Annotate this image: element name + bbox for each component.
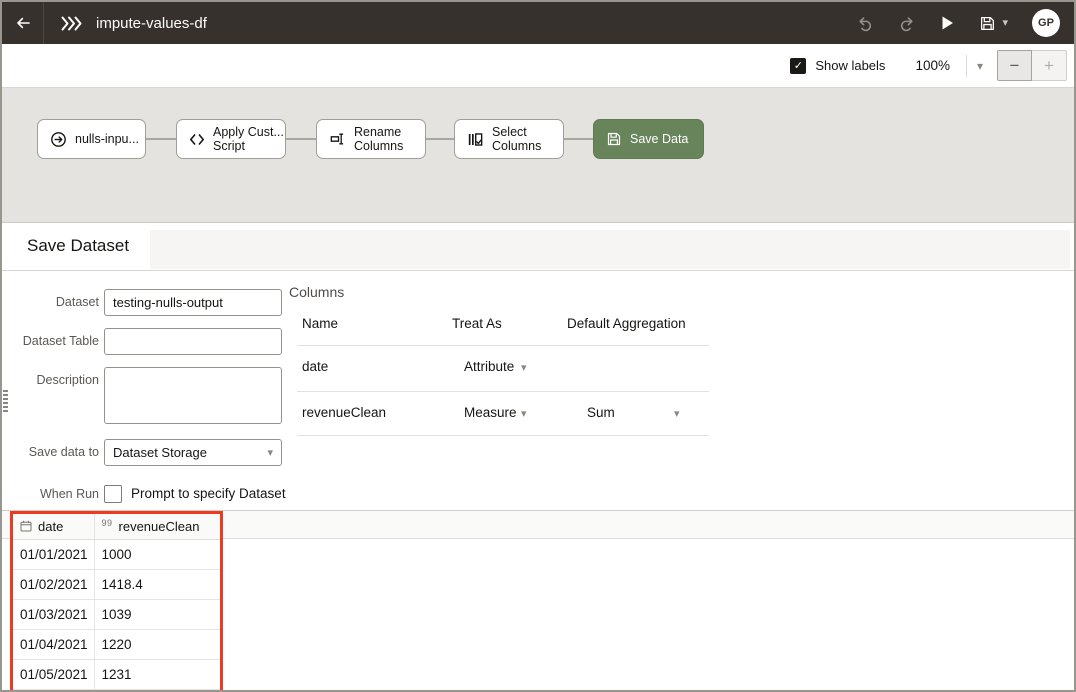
rename-icon <box>329 131 346 147</box>
columns-header-default-aggregation: Default Aggregation <box>567 316 686 331</box>
redo-button[interactable] <box>898 15 916 32</box>
flow-connector <box>286 138 316 140</box>
prompt-to-specify-checkbox[interactable] <box>104 485 122 503</box>
plus-icon: + <box>1044 56 1054 76</box>
run-dataflow-button[interactable] <box>940 15 955 31</box>
flow-node-label: Save Data <box>630 132 688 146</box>
show-labels-label: Show labels <box>815 58 885 73</box>
description-field-label: Description <box>2 373 99 387</box>
save-dataset-panel: Dataset Dataset Table Description Save d… <box>2 271 1074 510</box>
dataflow-canvas: nulls-inpu... Apply Cust... Script Renam… <box>2 88 1074 223</box>
save-data-to-select[interactable]: Dataset Storage ▾ <box>104 439 282 466</box>
flow-node-label: Apply Cust... Script <box>213 125 284 154</box>
columns-header-treat-as: Treat As <box>452 316 502 331</box>
show-labels-toggle[interactable]: ✓ Show labels <box>790 58 885 74</box>
column-row-treat-as[interactable]: Measure <box>464 405 517 420</box>
dataset-name-input[interactable] <box>104 289 282 316</box>
description-textarea[interactable] <box>104 367 282 424</box>
flow-connector <box>564 138 593 140</box>
flow-node-label: Rename Columns <box>354 125 403 154</box>
panel-tab-strip <box>150 230 1070 269</box>
flow-node-label-line1: Apply Cust... <box>213 125 284 139</box>
red-highlight-annotation <box>10 511 223 692</box>
column-row-aggregation[interactable]: Sum <box>587 405 615 420</box>
flow-node-save-data[interactable]: Save Data <box>593 119 704 159</box>
dataset-icon <box>50 131 67 148</box>
undo-button[interactable] <box>856 15 874 32</box>
back-button[interactable] <box>2 2 44 44</box>
treat-as-chevron-down-icon[interactable]: ▾ <box>521 407 527 420</box>
zoom-dropdown-chevron-down-icon[interactable]: ▾ <box>977 59 983 73</box>
dataset-table-input[interactable] <box>104 328 282 355</box>
flow-connector <box>146 138 176 140</box>
minus-icon: − <box>1010 56 1020 76</box>
treat-as-chevron-down-icon[interactable]: ▾ <box>521 361 527 374</box>
show-labels-checkbox[interactable]: ✓ <box>790 58 806 74</box>
column-row-treat-as[interactable]: Attribute <box>464 359 514 374</box>
step-panel-title: Save Dataset <box>27 236 129 256</box>
step-panel-header: Save Dataset <box>2 224 1074 271</box>
flow-node-label-line1: Rename <box>354 125 401 139</box>
columns-section-title: Columns <box>289 284 344 300</box>
flow-node-apply-custom-script[interactable]: Apply Cust... Script <box>176 119 286 159</box>
top-bar: impute-values-df ▾ <box>2 2 1074 44</box>
dataflow-chevrons-icon <box>61 16 82 31</box>
columns-header-name: Name <box>302 316 338 331</box>
save-menu-button[interactable]: ▾ <box>979 15 1008 32</box>
zoom-out-button[interactable]: − <box>997 50 1032 81</box>
aggregation-chevron-down-icon[interactable]: ▾ <box>674 407 680 420</box>
data-preview-panel: date 99 revenueClean 01/01/2021 <box>2 510 1074 692</box>
divider <box>297 345 709 346</box>
save-icon <box>979 15 996 32</box>
divider <box>966 55 967 77</box>
zoom-in-button[interactable]: + <box>1032 50 1067 81</box>
app-window: impute-values-df ▾ <box>0 0 1076 692</box>
divider <box>297 435 709 436</box>
flow-node-select-columns[interactable]: Select Columns <box>454 119 564 159</box>
page-title: impute-values-df <box>96 15 207 32</box>
flow-node-label-line2: Columns <box>354 139 403 153</box>
save-data-to-value: Dataset Storage <box>113 445 207 460</box>
prompt-to-specify-label: Prompt to specify Dataset <box>131 486 286 501</box>
save-data-icon <box>606 131 622 147</box>
flow-node-label: nulls-inpu... <box>75 132 139 146</box>
select-columns-icon <box>467 131 484 148</box>
flow-node-label-line2: Columns <box>492 139 541 153</box>
undo-icon <box>856 15 874 32</box>
chevron-down-icon: ▾ <box>267 446 273 459</box>
chevron-down-icon: ▾ <box>1002 18 1008 29</box>
play-icon <box>940 15 955 31</box>
code-icon <box>189 132 205 147</box>
redo-icon <box>898 15 916 32</box>
column-row-name: revenueClean <box>302 405 386 420</box>
user-avatar[interactable]: GP <box>1032 9 1060 37</box>
back-arrow-icon <box>14 15 32 31</box>
dataset-table-field-label: Dataset Table <box>2 328 99 355</box>
zoom-level-value: 100% <box>915 58 950 73</box>
save-data-to-field-label: Save data to <box>2 439 99 466</box>
canvas-toolbar: ✓ Show labels 100% ▾ − + <box>2 44 1074 88</box>
column-row-name: date <box>302 359 328 374</box>
divider <box>297 391 709 392</box>
panel-resize-handle[interactable] <box>3 390 8 414</box>
flow-node-label-line2: Script <box>213 139 245 153</box>
dataset-field-label: Dataset <box>2 289 99 316</box>
flow-connector <box>426 138 454 140</box>
flow-node-label-line1: Select <box>492 125 527 139</box>
flow-node-input-dataset[interactable]: nulls-inpu... <box>37 119 146 159</box>
when-run-field-label: When Run <box>2 485 99 503</box>
flow-node-rename-columns[interactable]: Rename Columns <box>316 119 426 159</box>
flow-node-label: Select Columns <box>492 125 541 154</box>
